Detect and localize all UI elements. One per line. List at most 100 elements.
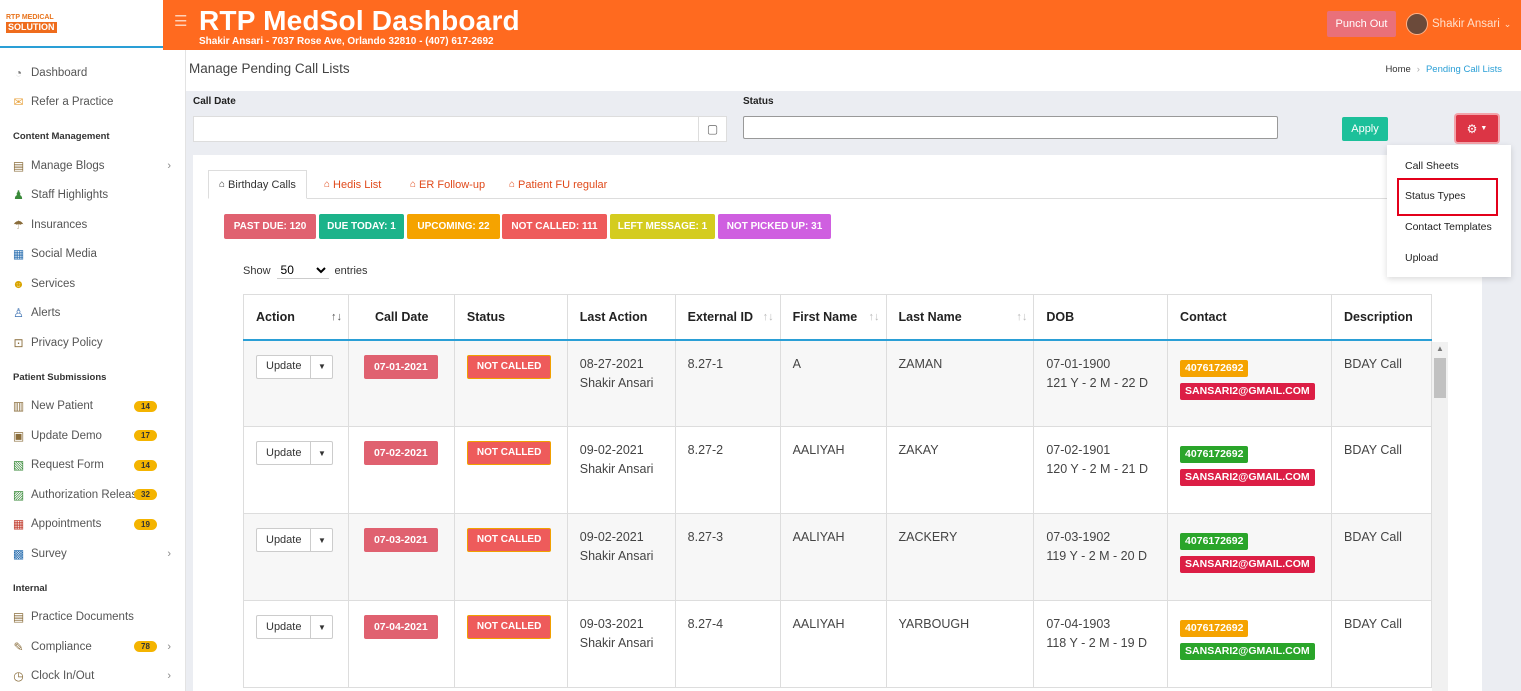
- caret-down-icon[interactable]: ▼: [311, 442, 332, 464]
- phone-badge[interactable]: 4076172692: [1180, 533, 1249, 550]
- sidebar-item-staff[interactable]: ♟ Staff Highlights: [0, 181, 185, 211]
- cell-status: NOT CALLED: [454, 600, 568, 688]
- sidebar-item-update-demo[interactable]: ▣ Update Demo 17: [0, 421, 185, 451]
- sidebar-item-privacy[interactable]: ⊡ Privacy Policy: [0, 328, 185, 358]
- tab-hedis-list[interactable]: ⌂ Hedis List: [314, 170, 391, 199]
- phone-badge[interactable]: 4076172692: [1180, 359, 1249, 377]
- cell-call-date: 07-03-2021: [348, 513, 455, 601]
- menu-item-status-types[interactable]: Status Types: [1405, 190, 1466, 202]
- pill-left-message[interactable]: LEFT MESSAGE: 1: [610, 214, 715, 239]
- column-header-call-date[interactable]: Call Date: [348, 294, 455, 341]
- tab-er-followup[interactable]: ⌂ ER Follow-up: [400, 170, 495, 199]
- clock-icon: ◷: [13, 669, 24, 684]
- sidebar-item-dashboard[interactable]: ◔ Dashboard: [0, 58, 185, 88]
- form-icon: ▧: [12, 458, 25, 473]
- sidebar-item-insurances[interactable]: ☂ Insurances: [0, 210, 185, 240]
- menu-item-upload[interactable]: Upload: [1405, 252, 1438, 264]
- update-split-button[interactable]: Update ▼: [256, 441, 334, 465]
- breadcrumb: Home › Pending Call Lists: [1385, 64, 1502, 75]
- caret-down-icon[interactable]: ▼: [311, 529, 332, 551]
- entries-select[interactable]: 50: [276, 262, 329, 279]
- cell-description: BDAY Call: [1331, 426, 1432, 514]
- user-menu[interactable]: Shakir Ansari ⌄: [1406, 13, 1511, 35]
- update-button[interactable]: Update: [257, 355, 312, 378]
- cell-last-action: 09-03-2021 Shakir Ansari: [567, 600, 676, 688]
- call-date-input[interactable]: [193, 116, 698, 142]
- sidebar-item-authorization[interactable]: ▨ Authorization Release 32: [0, 480, 185, 510]
- column-header-first-name[interactable]: First Name ↑↓: [780, 294, 887, 341]
- social-icon: ▦: [12, 247, 25, 262]
- chevron-right-icon: ›: [167, 547, 171, 560]
- phone-badge[interactable]: 4076172692: [1180, 446, 1249, 463]
- sidebar-item-new-patient[interactable]: ▥ New Patient 14: [0, 392, 185, 422]
- pill-due-today[interactable]: DUE TODAY: 1: [319, 214, 404, 239]
- pill-not-picked-up[interactable]: NOT PICKED UP: 31: [718, 214, 831, 239]
- email-badge[interactable]: SANSARI2@GMAIL.COM: [1180, 382, 1315, 400]
- sidebar-item-services[interactable]: ☻ Services: [0, 269, 185, 299]
- sidebar-item-practice-docs[interactable]: ▤ Practice Documents: [0, 603, 185, 633]
- update-split-button[interactable]: Update ▼: [256, 354, 334, 379]
- column-header-description[interactable]: Description: [1331, 294, 1432, 341]
- column-header-contact[interactable]: Contact: [1167, 294, 1332, 341]
- envelope-icon: ✉: [13, 95, 24, 110]
- cell-last-name: ZAKAY: [886, 426, 1035, 514]
- update-button[interactable]: Update: [257, 442, 312, 464]
- update-split-button[interactable]: Update ▼: [256, 528, 334, 552]
- hamburger-menu-icon[interactable]: ☰: [174, 12, 187, 30]
- sidebar-item-alerts[interactable]: ♙ Alerts: [0, 299, 185, 329]
- phone-badge[interactable]: 4076172692: [1180, 620, 1249, 637]
- table-row: Update ▼ 07-03-2021 NOT CALLED 09-02-2021 Sha…: [243, 513, 1432, 601]
- cell-last-action: 08-27-2021 Shakir Ansari: [567, 339, 676, 427]
- last-action-date: 09-02-2021: [579, 530, 644, 544]
- sort-icon: ↑↓: [762, 311, 774, 323]
- update-button[interactable]: Update: [257, 616, 312, 638]
- sidebar-item-social[interactable]: ▦ Social Media: [0, 240, 185, 270]
- email-badge[interactable]: SANSARI2@GMAIL.COM: [1180, 643, 1315, 660]
- pending-calls-table: Action ↑↓ Call Date Status Last Action Ex…: [243, 294, 1432, 688]
- sidebar-item-manage-blogs[interactable]: ▤ Manage Blogs ›: [0, 151, 185, 181]
- sidebar-item-clock[interactable]: ◷ Clock In/Out ›: [0, 662, 185, 691]
- column-header-action[interactable]: Action ↑↓: [243, 294, 349, 341]
- caret-down-icon[interactable]: ▼: [311, 616, 332, 638]
- update-split-button[interactable]: Update ▼: [256, 615, 334, 639]
- tab-birthday-calls[interactable]: ⌂ Birthday Calls: [208, 170, 307, 199]
- calendar-icon: ▦: [12, 517, 25, 532]
- settings-dropdown-button[interactable]: ⚙ ▼: [1456, 115, 1498, 142]
- sidebar-item-refer[interactable]: ✉ Refer a Practice: [0, 88, 185, 118]
- email-badge[interactable]: SANSARI2@GMAIL.COM: [1180, 556, 1315, 573]
- breadcrumb-home[interactable]: Home: [1385, 64, 1410, 75]
- cell-call-date: 07-01-2021: [348, 339, 455, 427]
- pill-not-called[interactable]: NOT CALLED: 111: [502, 214, 607, 239]
- table-scrollbar[interactable]: ▲: [1432, 342, 1448, 691]
- pill-upcoming[interactable]: UPCOMING: 22: [407, 214, 500, 239]
- column-header-last-action[interactable]: Last Action: [567, 294, 676, 341]
- column-header-dob[interactable]: DOB: [1033, 294, 1169, 341]
- column-header-status[interactable]: Status: [454, 294, 568, 341]
- logo-area[interactable]: RTP MEDICAL SOLUTION: [0, 0, 185, 48]
- update-button[interactable]: Update: [257, 529, 312, 551]
- caret-down-icon[interactable]: ▼: [311, 356, 332, 378]
- column-header-last-name[interactable]: Last Name ↑↓: [886, 294, 1035, 341]
- tab-patient-fu-regular[interactable]: ⌂ Patient FU regular: [499, 170, 617, 199]
- sidebar-item-compliance[interactable]: ✎ Compliance 78 ›: [0, 632, 185, 662]
- email-badge[interactable]: SANSARI2@GMAIL.COM: [1180, 469, 1315, 486]
- scrollbar-thumb[interactable]: [1434, 358, 1446, 398]
- status-select[interactable]: [743, 116, 1278, 139]
- breadcrumb-current: Pending Call Lists: [1425, 64, 1502, 75]
- cell-call-date: 07-02-2021: [348, 426, 455, 514]
- punch-out-button[interactable]: Punch Out: [1327, 11, 1396, 37]
- sort-icon: ↑↓: [1016, 311, 1028, 323]
- menu-item-call-sheets[interactable]: Call Sheets: [1405, 160, 1459, 172]
- column-header-external-id[interactable]: External ID ↑↓: [675, 294, 781, 341]
- apply-button[interactable]: Apply: [1342, 117, 1388, 141]
- calendar-icon[interactable]: ▢: [698, 116, 727, 142]
- age: 119 Y - 2 M - 20 D: [1046, 549, 1148, 563]
- sidebar-item-appointments[interactable]: ▦ Appointments 19: [0, 510, 185, 540]
- sidebar-item-survey[interactable]: ▩ Survey ›: [0, 539, 185, 569]
- last-action-date: 08-27-2021: [579, 356, 644, 371]
- pill-past-due[interactable]: PAST DUE: 120: [224, 214, 316, 239]
- app-title: RTP MedSol Dashboard: [199, 5, 520, 36]
- sidebar-item-request-form[interactable]: ▧ Request Form 14: [0, 451, 185, 481]
- last-action-by: Shakir Ansari: [579, 549, 654, 563]
- menu-item-contact-templates[interactable]: Contact Templates: [1405, 221, 1492, 233]
